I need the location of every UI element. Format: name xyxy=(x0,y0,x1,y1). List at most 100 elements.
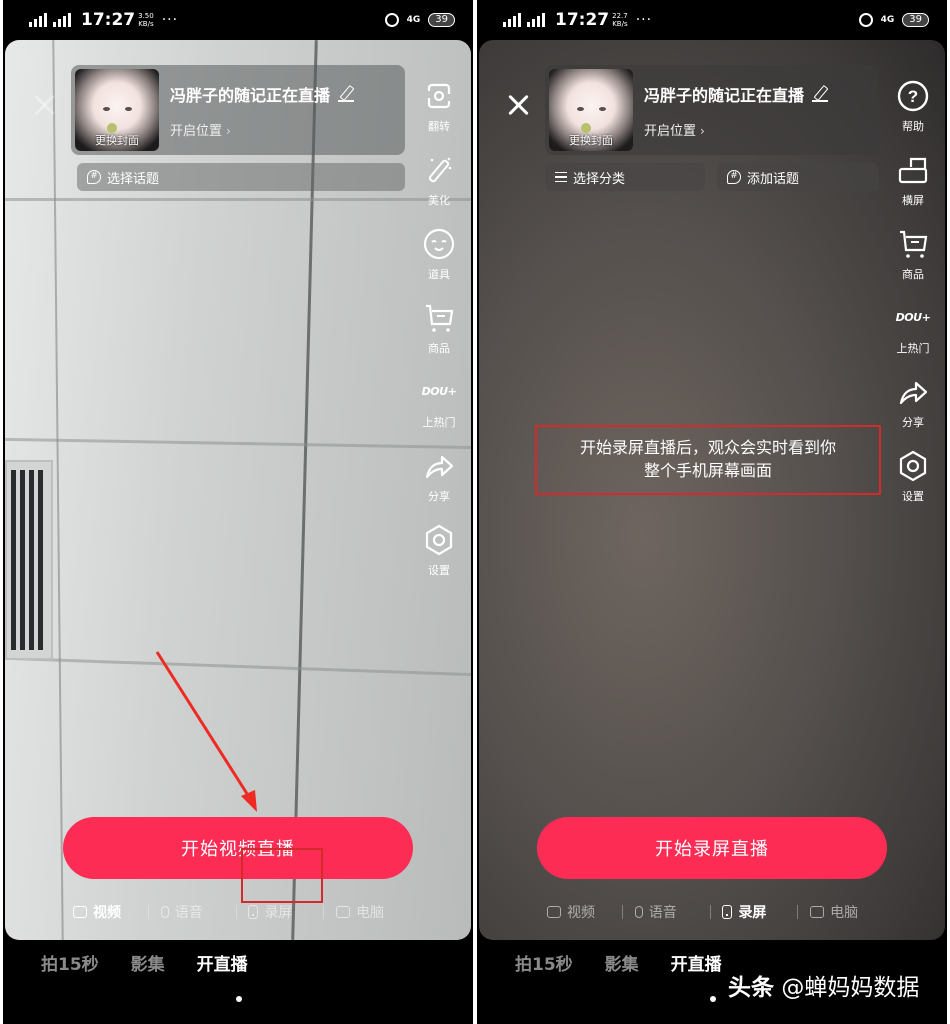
tab-album[interactable]: 影集 xyxy=(605,950,639,975)
phone-icon xyxy=(248,905,259,919)
status-bar: 17:27 22.7 KB/s ··· 4G 39 xyxy=(477,0,947,40)
battery-indicator: 39 xyxy=(428,13,455,27)
mode-label: 录屏 xyxy=(738,905,767,921)
rail-dou-plus[interactable]: DOU+ 上热门 xyxy=(896,302,931,356)
network-speed: 22.7 KB/s xyxy=(612,12,628,28)
mode-label: 录屏 xyxy=(264,905,293,921)
select-category-label: 选择分类 xyxy=(573,171,626,187)
hashtag-icon: # xyxy=(727,170,741,184)
add-topic-button[interactable]: # 添加话题 xyxy=(717,163,879,191)
mode-voice[interactable]: 语音 xyxy=(634,902,710,922)
live-mode-selector: 视频 语音 录屏 电脑 xyxy=(73,902,411,922)
watermark: 头条 @蝉妈妈数据 xyxy=(728,968,919,1002)
live-info-card: 更换封面 冯胖子的随记正在直播 开启位置 › xyxy=(545,65,879,155)
signal-4g-icon xyxy=(527,13,545,27)
bottom-tabs: 拍15秒 影集 开直播 xyxy=(515,950,722,975)
change-cover-label: 更换封面 xyxy=(569,134,613,147)
chevron-right-icon: › xyxy=(700,123,705,138)
help-glyph: ? xyxy=(908,87,918,106)
tab-shoot-15s[interactable]: 拍15秒 xyxy=(515,950,573,975)
status-time: 17:27 xyxy=(81,10,136,30)
tab-shoot-15s[interactable]: 拍15秒 xyxy=(41,950,99,975)
cat-eye xyxy=(577,107,584,111)
speed-unit: KB/s xyxy=(612,20,628,28)
speed-unit: KB/s xyxy=(138,20,154,28)
screen-record-hint-box: 开始录屏直播后，观众会实时看到你 整个手机屏幕画面 xyxy=(535,425,881,495)
signal-icon xyxy=(503,13,521,27)
bottom-tabs: 拍15秒 影集 开直播 xyxy=(41,950,248,975)
rail-products[interactable]: 商品 xyxy=(897,228,929,282)
landscape-icon xyxy=(897,154,929,186)
rail-label: 商品 xyxy=(902,268,924,281)
tab-album[interactable]: 影集 xyxy=(131,950,165,975)
mode-pc[interactable]: 电脑 xyxy=(810,902,885,922)
mode-pc[interactable]: 电脑 xyxy=(336,902,411,922)
mode-label: 语音 xyxy=(648,905,677,921)
cover-image[interactable]: 更换封面 xyxy=(549,69,633,151)
camera-preview: 更换封面 冯胖子的随记正在直播 开启位置 › # 选择话题 翻转 美化 道具 商… xyxy=(5,40,471,940)
mode-voice[interactable]: 语音 xyxy=(160,902,236,922)
divider xyxy=(235,905,237,919)
tab-go-live[interactable]: 开直播 xyxy=(197,950,248,975)
tab-go-live[interactable]: 开直播 xyxy=(671,950,722,975)
add-topic-label: 添加话题 xyxy=(747,171,800,187)
divider xyxy=(323,905,325,919)
video-camera-icon xyxy=(547,906,561,918)
start-video-live-button[interactable]: 开始视频直播 xyxy=(63,817,413,879)
screen-preview: 更换封面 冯胖子的随记正在直播 开启位置 › 选择分类 # 添加话题 ? 帮助 横… xyxy=(479,40,945,940)
speed-value: 22.7 xyxy=(612,12,628,20)
active-tab-indicator xyxy=(236,996,242,1002)
mode-video[interactable]: 视频 xyxy=(73,902,148,922)
edit-pencil-icon[interactable] xyxy=(812,86,829,102)
active-tab-indicator xyxy=(710,996,716,1002)
monitor-icon xyxy=(336,906,351,918)
network-4g-icon: 4G xyxy=(880,15,895,25)
cat-eye xyxy=(599,107,606,111)
watermark-brand: 头条 xyxy=(728,975,774,1001)
settings-hex-icon xyxy=(897,450,929,482)
location-toggle[interactable]: 开启位置 › xyxy=(644,120,828,139)
close-button[interactable] xyxy=(505,92,531,118)
rail-share[interactable]: 分享 xyxy=(897,376,929,430)
speed-value: 3.50 xyxy=(138,12,154,20)
dou-plus-icon: DOU+ xyxy=(895,311,931,324)
rail-help[interactable]: ? 帮助 xyxy=(897,80,929,134)
microphone-icon xyxy=(634,906,643,918)
rail-landscape[interactable]: 横屏 xyxy=(897,154,929,208)
start-screen-live-button[interactable]: 开始录屏直播 xyxy=(537,817,887,879)
monitor-icon xyxy=(810,906,825,918)
live-title[interactable]: 冯胖子的随记正在直播 xyxy=(644,82,804,106)
hint-line-1: 开始录屏直播后，观众会实时看到你 xyxy=(579,438,836,457)
more-notifications-icon: ··· xyxy=(161,12,179,28)
right-phone-screenshot: 17:27 22.7 KB/s ··· 4G 39 更换封面 冯胖子的随记正在直播… xyxy=(477,0,947,1024)
divider xyxy=(797,905,799,919)
mode-label: 电脑 xyxy=(830,905,859,921)
alarm-icon xyxy=(858,13,873,27)
more-notifications-icon: ··· xyxy=(635,12,653,28)
select-category-button[interactable]: 选择分类 xyxy=(545,163,705,191)
alarm-icon xyxy=(384,13,399,27)
share-icon xyxy=(897,376,929,408)
list-icon xyxy=(555,172,567,182)
rail-label: 分享 xyxy=(902,416,924,429)
mode-label: 电脑 xyxy=(356,905,385,921)
cart-icon xyxy=(897,228,929,260)
mode-video[interactable]: 视频 xyxy=(547,902,622,922)
watermark-handle: @蝉妈妈数据 xyxy=(781,975,920,1001)
mode-screen-record[interactable]: 录屏 xyxy=(722,902,797,922)
network-speed: 3.50 KB/s xyxy=(138,12,154,28)
phone-icon xyxy=(722,905,733,919)
rail-label: 设置 xyxy=(902,490,924,503)
mode-screen-record[interactable]: 录屏 xyxy=(248,902,323,922)
left-phone-screenshot: 17:27 3.50 KB/s ··· 4G 39 更换封面 冯胖子的随记正在直… xyxy=(3,0,473,1024)
network-4g-icon: 4G xyxy=(406,15,421,25)
rail-label: 横屏 xyxy=(902,194,924,207)
rail-settings[interactable]: 设置 xyxy=(897,450,929,504)
status-bar: 17:27 3.50 KB/s ··· 4G 39 xyxy=(3,0,473,40)
rail-label: 帮助 xyxy=(902,120,924,133)
divider xyxy=(709,905,711,919)
annotation-arrow xyxy=(155,651,257,812)
hint-line-2: 整个手机屏幕画面 xyxy=(643,461,772,480)
live-mode-selector: 视频 语音 录屏 电脑 xyxy=(547,902,885,922)
mode-label: 语音 xyxy=(174,905,203,921)
